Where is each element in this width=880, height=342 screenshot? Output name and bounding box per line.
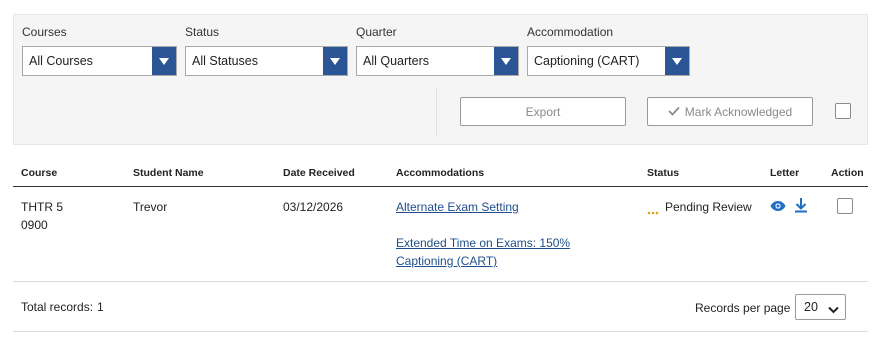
eye-icon[interactable]	[770, 200, 786, 215]
accommodation-link[interactable]: Alternate Exam Setting	[396, 198, 519, 216]
row-action-checkbox[interactable]	[837, 198, 853, 214]
export-button[interactable]: Export	[460, 97, 626, 126]
table-header: Course Student Name Date Received Accomm…	[13, 160, 868, 187]
column-header-accommodations[interactable]: Accommodations	[396, 167, 484, 179]
courses-select-value: All Courses	[29, 54, 93, 68]
column-header-course[interactable]: Course	[21, 167, 57, 179]
check-icon	[668, 105, 680, 119]
accommodation-filter-label: Accommodation	[527, 25, 614, 39]
dots-icon	[647, 204, 659, 218]
records-per-page-select[interactable]: 20	[795, 294, 846, 320]
accommodation-link[interactable]: Captioning (CART)	[396, 252, 497, 270]
filter-panel: Courses All Courses Status All Statuses …	[13, 14, 868, 145]
status-text: Pending Review	[665, 200, 752, 214]
chevron-down-icon	[323, 47, 347, 75]
chevron-down-icon	[665, 47, 689, 75]
quarter-select-value: All Quarters	[363, 54, 429, 68]
quarter-filter-label: Quarter	[356, 25, 397, 39]
courses-select[interactable]: All Courses	[22, 46, 177, 76]
status-select[interactable]: All Statuses	[185, 46, 348, 76]
table-row: THTR 5 0900 Trevor 03/12/2026 Alternate …	[13, 187, 868, 282]
column-header-action: Action	[831, 167, 864, 179]
quarter-select[interactable]: All Quarters	[356, 46, 519, 76]
download-icon[interactable]	[794, 197, 808, 216]
courses-filter-label: Courses	[22, 25, 67, 39]
student-name: Trevor	[133, 200, 168, 214]
export-button-label: Export	[525, 104, 561, 119]
column-header-student-name[interactable]: Student Name	[133, 167, 204, 179]
total-records-label: Total records:	[21, 300, 94, 314]
mark-acknowledged-label: Mark Acknowledged	[684, 104, 793, 119]
column-header-letter: Letter	[770, 167, 800, 179]
status-filter-label: Status	[185, 25, 220, 39]
accommodation-link[interactable]: Extended Time on Exams: 150%	[396, 234, 570, 252]
records-per-page-label: Records per page	[695, 301, 791, 315]
chevron-down-icon	[494, 47, 518, 75]
status-select-value: All Statuses	[192, 54, 259, 68]
course-code: THTR 5	[21, 200, 63, 214]
records-per-page-value: 20	[804, 300, 818, 314]
total-records-value: 1	[97, 300, 104, 314]
chevron-down-icon	[152, 47, 176, 75]
chevron-down-icon	[828, 303, 839, 317]
column-header-date-received[interactable]: Date Received	[283, 167, 355, 179]
course-section: 0900	[21, 218, 48, 232]
select-all-checkbox[interactable]	[835, 103, 851, 119]
panel-divider	[436, 87, 437, 137]
date-received: 03/12/2026	[283, 200, 344, 214]
mark-acknowledged-button[interactable]: Mark Acknowledged	[647, 97, 813, 126]
accommodation-select-value: Captioning (CART)	[534, 54, 640, 68]
table-footer: Total records: 1 Records per page 20	[13, 282, 868, 332]
accommodation-select[interactable]: Captioning (CART)	[527, 46, 690, 76]
column-header-status[interactable]: Status	[647, 167, 679, 179]
